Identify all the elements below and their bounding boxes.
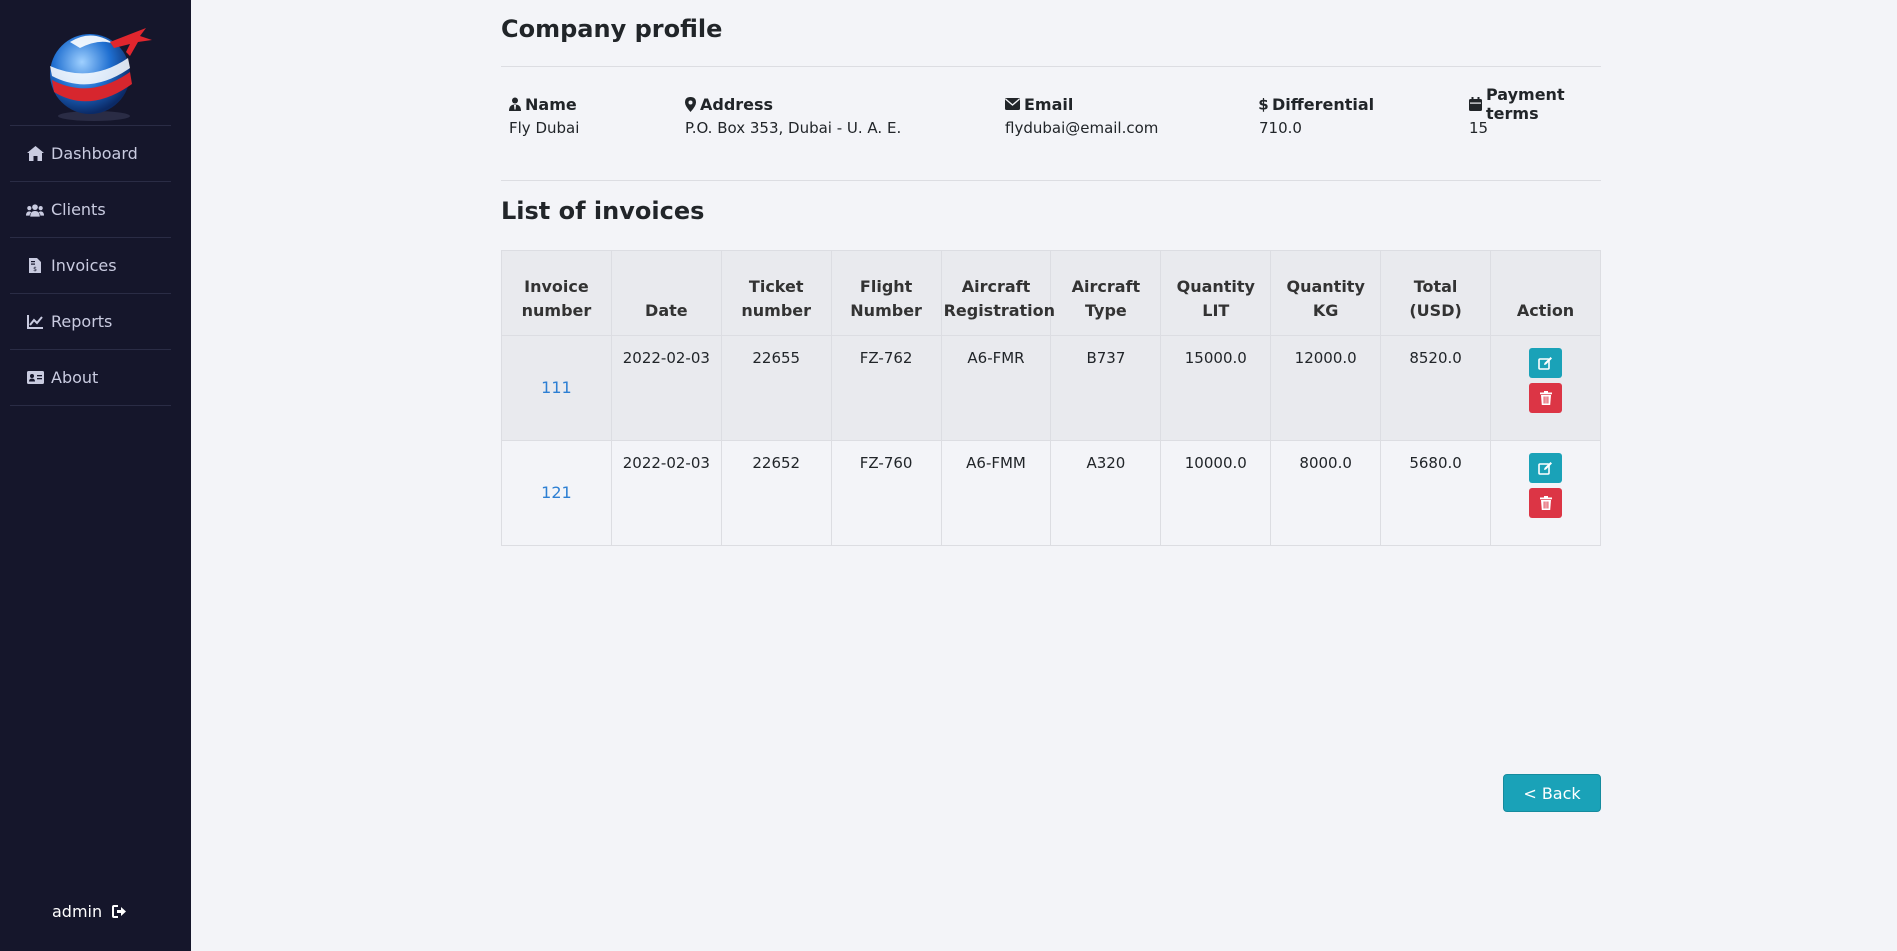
header-quantity-lit: Quantity LIT: [1160, 250, 1272, 336]
back-button[interactable]: < Back: [1503, 774, 1601, 812]
sidebar: Dashboard Clients $ Invoices Reports Abo…: [0, 0, 191, 951]
total-cell: 8520.0: [1380, 335, 1492, 441]
app-logo[interactable]: [40, 22, 152, 124]
calendar-icon: [1469, 97, 1482, 111]
map-marker-icon: [685, 96, 696, 112]
header-aircraft-registration: Aircraft Registration: [940, 250, 1055, 336]
divider: [501, 180, 1601, 181]
actions-cell: [1490, 335, 1601, 441]
user-info: admin: [52, 902, 127, 921]
payment-terms-label-row: Payment terms: [1469, 85, 1601, 123]
header-date: Date: [610, 250, 722, 336]
header-flight-number: Flight Number: [830, 250, 942, 336]
delete-button[interactable]: [1529, 383, 1562, 413]
chart-line-icon: [26, 314, 44, 330]
profile-differential: $ Differential 710.0: [1259, 92, 1374, 140]
edit-icon: [1538, 461, 1553, 475]
header-invoice-number: Invoice number: [501, 250, 612, 336]
company-email: flydubai@email.com: [1005, 119, 1159, 137]
invoices-title: List of invoices: [501, 197, 705, 225]
sidebar-item-invoices[interactable]: $ Invoices: [10, 238, 171, 294]
sidebar-item-dashboard[interactable]: Dashboard: [10, 126, 171, 182]
envelope-icon: [1005, 98, 1020, 110]
email-label: Email: [1024, 94, 1074, 114]
trash-icon: [1539, 496, 1552, 510]
company-differential: 710.0: [1259, 119, 1302, 137]
sidebar-item-label: About: [51, 368, 99, 387]
header-aircraft-type: Aircraft Type: [1050, 250, 1162, 336]
company-name: Fly Dubai: [509, 119, 580, 137]
delete-button[interactable]: [1529, 488, 1562, 518]
payment-terms-label: Payment terms: [1486, 85, 1565, 123]
sidebar-item-label: Clients: [51, 200, 106, 219]
qty-kg-cell: 8000.0: [1270, 440, 1382, 546]
actions-cell: [1490, 440, 1601, 546]
company-profile-title: Company profile: [501, 15, 723, 43]
users-icon: [26, 202, 44, 218]
qty-kg-cell: 12000.0: [1270, 335, 1382, 441]
sidebar-item-about[interactable]: About: [10, 350, 171, 406]
user-tie-icon: [509, 97, 521, 111]
company-address: P.O. Box 353, Dubai - U. A. E.: [685, 119, 902, 137]
qty-lit-cell: 15000.0: [1160, 335, 1272, 441]
address-label: Address: [700, 94, 774, 114]
flight-cell: FZ-762: [830, 335, 942, 441]
edit-icon: [1538, 356, 1553, 370]
address-label-row: Address: [685, 92, 901, 116]
profile-address: Address P.O. Box 353, Dubai - U. A. E.: [685, 92, 901, 140]
qty-lit-cell: 10000.0: [1160, 440, 1272, 546]
svg-text:$: $: [33, 266, 37, 273]
registration-cell: A6-FMR: [940, 335, 1052, 441]
trash-icon: [1539, 391, 1552, 405]
dollar-icon: $: [1259, 96, 1268, 112]
invoice-number-cell: 111: [501, 335, 612, 441]
name-label-row: Name: [509, 92, 579, 116]
sidebar-item-reports[interactable]: Reports: [10, 294, 171, 350]
logout-icon[interactable]: [112, 905, 127, 918]
flight-cell: FZ-760: [830, 440, 942, 546]
email-label-row: Email: [1005, 92, 1158, 116]
sidebar-item-label: Reports: [51, 312, 113, 331]
type-cell: B737: [1050, 335, 1162, 441]
ticket-cell: 22655: [720, 335, 832, 441]
profile-payment-terms: Payment terms 15: [1469, 85, 1601, 140]
table-row: 111 2022-02-03 22655 FZ-762 A6-FMR B737 …: [501, 335, 1601, 441]
differential-label: Differential: [1272, 94, 1375, 114]
header-total-usd: Total (USD): [1380, 250, 1492, 336]
date-cell: 2022-02-03: [610, 335, 722, 441]
table-header-row: Invoice number Date Ticket number Flight Nu…: [501, 250, 1601, 336]
ticket-cell: 22652: [720, 440, 832, 546]
header-action: Action: [1490, 250, 1601, 336]
divider: [501, 66, 1601, 67]
invoice-number-cell: 121: [501, 440, 612, 546]
id-card-icon: [26, 370, 44, 386]
table-row: 121 2022-02-03 22652 FZ-760 A6-FMM A320 …: [501, 440, 1601, 546]
edit-button[interactable]: [1529, 453, 1562, 483]
sidebar-nav: Dashboard Clients $ Invoices Reports Abo…: [10, 125, 171, 406]
type-cell: A320: [1050, 440, 1162, 546]
edit-button[interactable]: [1529, 348, 1562, 378]
name-label: Name: [525, 94, 577, 114]
company-profile: Name Fly Dubai Address P.O. Box 353, Dub…: [509, 85, 1601, 142]
svg-text:$: $: [1259, 96, 1268, 112]
header-ticket-number: Ticket number: [720, 250, 832, 336]
profile-name: Name Fly Dubai: [509, 92, 579, 140]
differential-label-row: $ Differential: [1259, 92, 1374, 116]
sidebar-item-clients[interactable]: Clients: [10, 182, 171, 238]
invoices-table: Invoice number Date Ticket number Flight Nu…: [501, 250, 1601, 546]
username: admin: [52, 902, 103, 921]
invoice-link[interactable]: 121: [541, 483, 572, 502]
registration-cell: A6-FMM: [940, 440, 1052, 546]
home-icon: [26, 146, 44, 162]
invoice-file-icon: $: [26, 258, 44, 274]
header-quantity-kg: Quantity KG: [1270, 250, 1382, 336]
profile-email: Email flydubai@email.com: [1005, 92, 1158, 140]
sidebar-item-label: Invoices: [51, 256, 117, 275]
sidebar-item-label: Dashboard: [51, 144, 138, 163]
invoice-link[interactable]: 111: [541, 378, 572, 397]
total-cell: 5680.0: [1380, 440, 1492, 546]
date-cell: 2022-02-03: [610, 440, 722, 546]
